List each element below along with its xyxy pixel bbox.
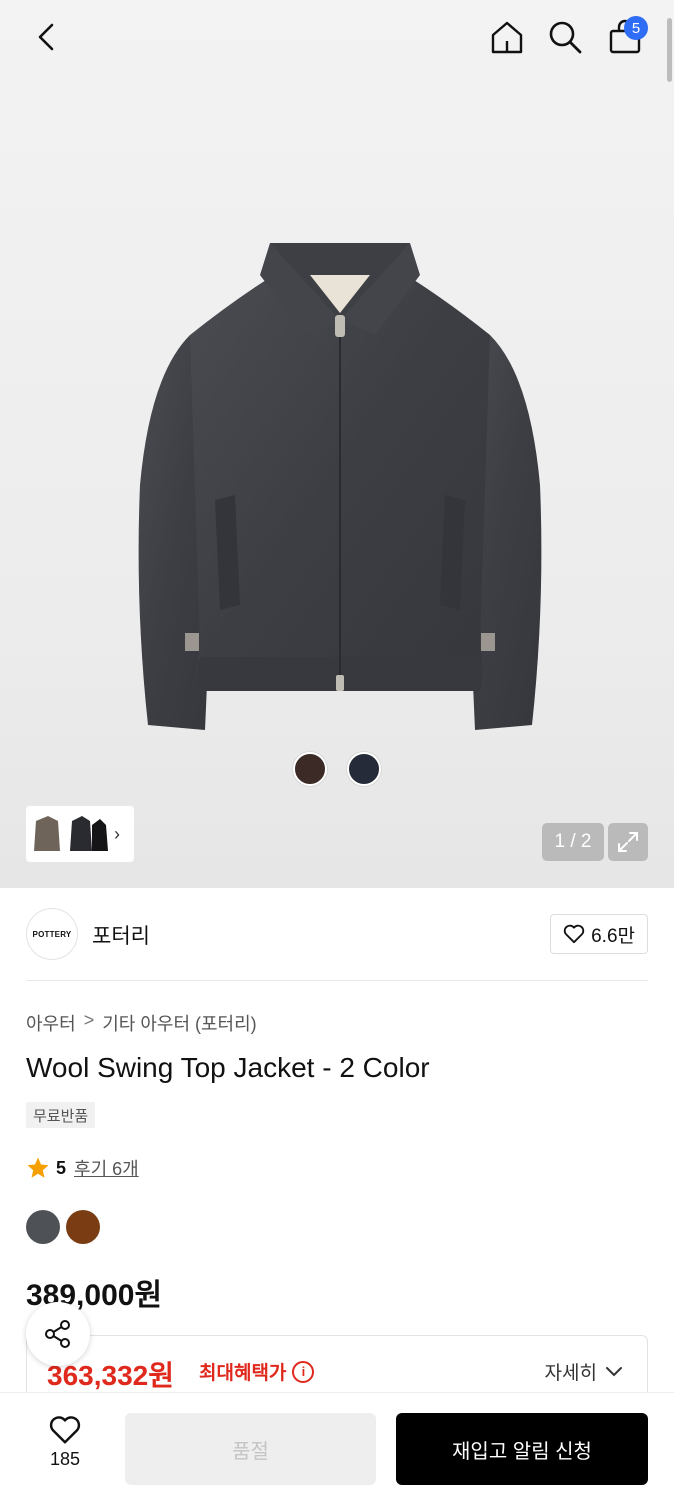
chevron-right-icon: › [114,823,120,844]
back-icon [38,23,54,51]
wishlist-count: 185 [49,1449,81,1469]
bottom-action-bar: 185 품절 재입고 알림 신청 [0,1392,674,1500]
home-icon [491,21,523,54]
sold-out-button: 품절 [125,1413,376,1485]
brand-logo[interactable]: POTTERY [26,908,78,960]
star-icon [27,1157,49,1178]
share-button[interactable] [26,1302,90,1366]
rating-score: 5 [56,1157,67,1178]
restock-alert-button[interactable]: 재입고 알림 신청 [396,1413,648,1485]
brand-like-button[interactable]: 6.6만 [550,914,648,954]
free-return-tag: 무료반품 [26,1102,96,1128]
gallery-color-selector [0,752,674,788]
home-button[interactable] [484,14,530,60]
breadcrumb: 아우터 > 기타 아우터 (포터리) [26,1010,257,1036]
brand-row: POTTERY 포터리 6.6만 [26,906,648,962]
search-icon [549,21,582,54]
heart-icon [563,924,585,944]
breadcrumb-subcategory[interactable]: 기타 아우터 (포터리) [102,1010,256,1036]
share-icon [45,1320,70,1348]
chevron-down-icon [606,1366,622,1376]
image-page-counter: 1 / 2 [542,823,604,861]
product-image-gallery[interactable]: 5 › 1 / 2 [0,0,674,888]
rating-row: 5 후기 6개 [26,1155,139,1181]
brand-like-count: 6.6만 [591,925,635,947]
cart-count-badge: 5 [624,16,648,40]
divider [26,980,648,981]
wishlist-button[interactable]: 185 [30,1415,100,1481]
product-image [138,243,542,730]
expand-button[interactable] [608,823,648,861]
top-navigation: 5 [0,0,674,80]
page-scrollbar[interactable] [667,18,672,82]
breadcrumb-separator: > [83,1010,95,1030]
color-option-brown[interactable] [66,1210,100,1244]
benefit-detail-label: 자세히 [544,1363,597,1384]
benefit-label: 최대혜택가 [199,1363,287,1384]
expand-icon [618,832,638,852]
back-button[interactable] [24,14,70,60]
gallery-color-navy[interactable] [347,752,381,786]
heart-icon [49,1416,81,1444]
search-button[interactable] [542,14,588,60]
benefit-label-group[interactable]: 최대혜택가 i [199,1358,315,1385]
gallery-color-brown[interactable] [293,752,327,786]
thumbnail-image [34,816,108,851]
color-option-gray[interactable] [26,1210,60,1244]
review-count-link[interactable]: 후기 6개 [74,1155,139,1181]
brand-name[interactable]: 포터리 [92,920,150,950]
thumbnail-strip[interactable]: › [26,806,134,862]
benefit-detail-button[interactable]: 자세히 [545,1358,623,1385]
cart-button[interactable]: 5 [602,14,648,60]
info-icon: i [292,1360,315,1383]
product-title: Wool Swing Top Jacket - 2 Color [26,1052,430,1083]
breadcrumb-category[interactable]: 아우터 [26,1010,76,1036]
color-options [26,1210,100,1244]
